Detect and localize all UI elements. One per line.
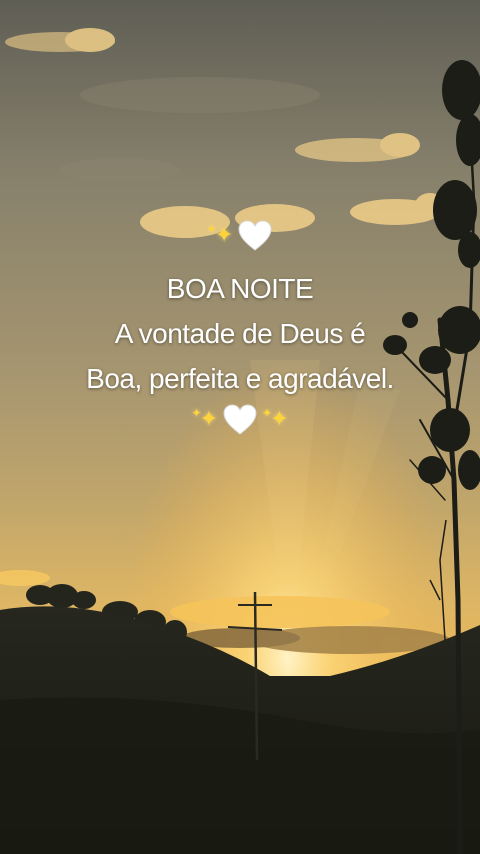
message-line-2: A vontade de Deus é [114,318,366,349]
sparkles-icon: ✦ [270,407,289,432]
sparkles-icon: ✦ [199,407,218,432]
story-scene: ✦ ✦ BOA NOITE A vontade de Deus é Boa, p… [0,0,480,854]
message-line-3: Boa, perfeita e agradável. [86,363,394,394]
bottom-emoji-decoration: ✦ ✦ ✦ ✦ [0,402,480,438]
white-heart-icon [223,404,257,435]
top-emoji-decoration: ✦ ✦ [0,218,480,254]
greeting-heading: BOA NOITE [166,273,314,304]
sparkles-icon: ✦ [214,223,234,248]
good-night-message: BOA NOITE A vontade de Deus é Boa, perfe… [0,266,480,401]
white-heart-icon [238,220,272,251]
